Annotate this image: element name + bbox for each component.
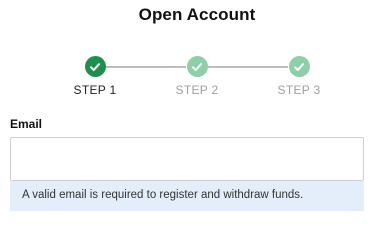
email-field[interactable] bbox=[10, 137, 364, 181]
progress-stepper: STEP 1 STEP 2 STEP 3 bbox=[0, 56, 374, 97]
page-title: Open Account bbox=[138, 5, 256, 24]
check-icon bbox=[84, 56, 106, 77]
step-2[interactable]: STEP 2 bbox=[157, 56, 237, 97]
email-hint: A valid email is required to register an… bbox=[10, 181, 364, 211]
check-icon bbox=[288, 56, 310, 77]
step-1[interactable]: STEP 1 bbox=[55, 56, 135, 97]
email-label: Email bbox=[10, 117, 43, 131]
step-label: STEP 1 bbox=[73, 83, 117, 97]
step-3[interactable]: STEP 3 bbox=[259, 56, 339, 97]
check-icon bbox=[186, 56, 208, 77]
step-label: STEP 2 bbox=[175, 83, 219, 97]
step-label: STEP 3 bbox=[277, 83, 321, 97]
